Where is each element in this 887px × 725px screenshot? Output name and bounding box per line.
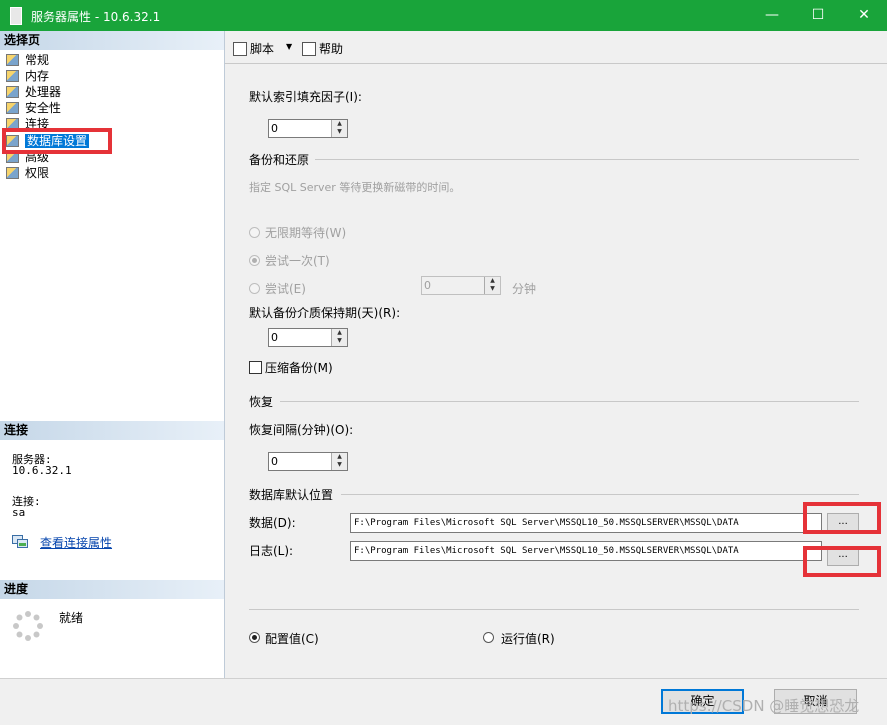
maximize-button[interactable]: ☐	[795, 0, 841, 31]
fill-factor-spinner[interactable]: 0 ▲ ▼	[268, 119, 348, 138]
page-icon	[6, 70, 19, 82]
group-divider	[315, 159, 859, 160]
running-values-radio[interactable]	[483, 632, 494, 643]
script-dropdown-arrow[interactable]: ▼	[286, 42, 292, 51]
server-icon	[10, 7, 22, 25]
nav-item-processors[interactable]: 处理器	[6, 84, 61, 100]
database-settings-panel: 默认索引填充因子(I): 0 ▲ ▼ 备份和还原 指定 SQL Server 等待…	[225, 63, 887, 679]
title-bar: 服务器属性 - 10.6.32.1 — ☐ ✕	[0, 0, 887, 31]
toolbar: 脚本 ▼ 帮助	[225, 31, 887, 63]
compress-backup-checkbox[interactable]	[249, 361, 262, 374]
script-icon	[233, 42, 247, 56]
view-connection-properties-link[interactable]: 查看连接属性	[40, 534, 112, 551]
db-default-location-group-label: 数据库默认位置	[249, 488, 334, 502]
fill-factor-label: 默认索引填充因子(I):	[249, 90, 362, 104]
recovery-interval-spinner[interactable]: 0 ▲ ▼	[268, 452, 348, 471]
group-divider	[341, 494, 859, 495]
log-path-field[interactable]: F:\Program Files\Microsoft SQL Server\MS…	[350, 541, 822, 561]
select-page-header: 选择页	[0, 31, 224, 50]
page-icon	[6, 102, 19, 114]
page-icon	[6, 167, 19, 179]
bottom-divider	[249, 609, 859, 610]
retention-spinner[interactable]: 0 ▲ ▼	[268, 328, 348, 347]
progress-header: 进度	[0, 580, 224, 599]
configured-values-radio[interactable]	[249, 632, 260, 643]
spinner-arrows-icon[interactable]: ▲ ▼	[484, 277, 500, 294]
server-value: 10.6.32.1	[12, 464, 72, 477]
watermark-text: https://CSDN @睡觉想恐龙	[668, 697, 860, 715]
group-divider	[280, 401, 859, 402]
window-title: 服务器属性 - 10.6.32.1	[31, 10, 161, 24]
try-minutes-spinner[interactable]: 0 ▲ ▼	[421, 276, 501, 295]
data-path-field[interactable]: F:\Program Files\Microsoft SQL Server\MS…	[350, 513, 822, 533]
backup-hint-text: 指定 SQL Server 等待更换新磁带的时间。	[249, 181, 461, 194]
recovery-group-label: 恢复	[249, 395, 274, 409]
minimize-button[interactable]: —	[749, 0, 795, 31]
wait-indefinitely-radio[interactable]	[249, 227, 260, 238]
nav-item-security[interactable]: 安全性	[6, 100, 61, 116]
connection-header: 连接	[0, 421, 224, 440]
nav-item-memory[interactable]: 内存	[6, 68, 49, 84]
try-once-label: 尝试一次(T)	[265, 254, 330, 268]
data-path-label: 数据(D):	[249, 516, 296, 530]
try-label: 尝试(E)	[265, 282, 306, 296]
spinner-arrows-icon[interactable]: ▲ ▼	[331, 120, 347, 137]
page-icon	[6, 86, 19, 98]
try-once-radio[interactable]	[249, 255, 260, 266]
spinner-arrows-icon[interactable]: ▲ ▼	[331, 453, 347, 470]
running-values-label: 运行值(R)	[501, 632, 555, 646]
dialog-footer: 确定 取消 https://CSDN @睡觉想恐龙	[0, 678, 887, 725]
annotation-highlight-box	[803, 502, 881, 534]
log-path-label: 日志(L):	[249, 544, 294, 558]
connection-properties-icon	[12, 535, 28, 548]
retention-label: 默认备份介质保持期(天)(R):	[249, 306, 401, 320]
help-icon	[302, 42, 316, 56]
progress-status: 就绪	[59, 611, 84, 625]
wait-indefinitely-label: 无限期等待(W)	[265, 226, 347, 240]
minutes-label: 分钟	[512, 282, 537, 296]
backup-restore-group-label: 备份和还原	[249, 153, 310, 167]
page-icon	[6, 54, 19, 66]
script-button[interactable]: 脚本	[233, 40, 274, 57]
configured-values-label: 配置值(C)	[265, 632, 319, 646]
nav-item-general[interactable]: 常规	[6, 52, 49, 68]
progress-spinner-icon	[12, 610, 44, 642]
help-button[interactable]: 帮助	[302, 40, 343, 57]
connection-value: sa	[12, 506, 26, 519]
recovery-interval-label: 恢复间隔(分钟)(O):	[249, 423, 354, 437]
close-button[interactable]: ✕	[841, 0, 887, 31]
try-radio[interactable]	[249, 283, 260, 294]
spinner-arrows-icon[interactable]: ▲ ▼	[331, 329, 347, 346]
annotation-highlight-box	[2, 128, 112, 154]
left-pane: 选择页 常规 内存 处理器 安全性 连接 数据库设置 高级 权限 连接 服务器:…	[0, 31, 225, 678]
annotation-highlight-box	[803, 546, 881, 577]
compress-backup-label: 压缩备份(M)	[265, 361, 333, 375]
nav-item-permissions[interactable]: 权限	[6, 165, 49, 181]
